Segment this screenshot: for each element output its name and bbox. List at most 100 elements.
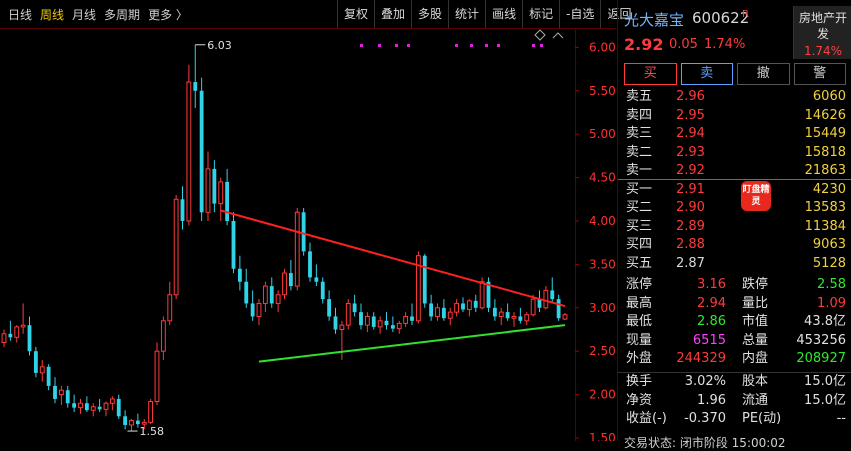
candle-body [429, 303, 434, 317]
candle-body [371, 316, 376, 327]
candle-body [212, 168, 217, 204]
candle-body [141, 421, 147, 425]
stat-value: 43.8亿 [804, 314, 846, 329]
adjust-button[interactable]: 复权 [337, 0, 374, 28]
trade-status: 交易状态: 闭市阶段 15:00:02 [624, 436, 786, 450]
candle-body [511, 315, 517, 319]
candle-body [262, 285, 268, 304]
price-alert-button[interactable]: 警 [793, 63, 846, 85]
sector-box[interactable]: 房地产开发 1.74% [793, 6, 851, 59]
y-tick-label: 2.00 [589, 388, 616, 402]
sector-name: 房地产开发 [798, 11, 847, 41]
ask-row[interactable]: 卖四 2.95 14626 [618, 107, 851, 126]
bid-row[interactable]: 买一 2.91 4230 [618, 181, 851, 200]
stat-row: 现量 6515 总量 453256 [618, 332, 851, 351]
overlay-button[interactable]: 叠加 [374, 0, 411, 28]
candle-body [301, 212, 306, 252]
annotation-label: 6.03 [207, 39, 232, 52]
candle-body [441, 307, 446, 319]
candle-body [148, 401, 154, 423]
ask-price: 2.95 [676, 107, 705, 123]
ask-row[interactable]: 卖一 2.92 21863 [618, 162, 851, 181]
candlestick-chart[interactable]: 6.00 5.50 5.00 4.50 4.00 3.50 3.00 2.50 2.00 1.50… [0, 0, 616, 441]
bid-volume: 4230 [812, 181, 846, 197]
draw-line-button[interactable]: 画线 [485, 0, 522, 28]
mark-button[interactable]: 标记 [522, 0, 559, 28]
ask-label: 卖一 [626, 163, 653, 178]
ask-volume: 6060 [812, 89, 846, 104]
stat-row: 外盘 244329 内盘 208927 [618, 350, 851, 369]
candle-body [193, 82, 198, 91]
bid-row[interactable]: 买四 2.88 9063 [618, 236, 851, 255]
candle-body [556, 299, 561, 319]
bid-price: 2.87 [676, 255, 705, 271]
ask-row[interactable]: 卖五 2.96 6060 [618, 88, 851, 107]
bid-volume: 11384 [804, 218, 846, 234]
multi-stock-button[interactable]: 多股 [411, 0, 448, 28]
candle-body [377, 320, 383, 328]
y-tick-label: 2.50 [589, 344, 616, 358]
remove-watchlist-button[interactable]: -自选 [559, 0, 600, 28]
price-change: 0.05 [669, 37, 698, 52]
annotation-label: 1.58 [140, 425, 165, 438]
period-weekly[interactable]: 周线 [40, 6, 64, 23]
period-more[interactable]: 更多 〉 [148, 6, 188, 23]
candle-body [231, 220, 236, 269]
stat-label: 净资 [626, 392, 653, 408]
candle-body [282, 272, 287, 296]
candle-body [390, 325, 395, 329]
stat-label: 总量 [742, 332, 769, 348]
period-daily[interactable]: 日线 [8, 6, 32, 23]
stat-label: 收益(-) [626, 411, 667, 426]
period-multi[interactable]: 多周期 [104, 6, 140, 23]
quote-panel: 光大嘉宝 600622 R 2.92 0.05 1.74% 房地产开发 1.74… [617, 0, 851, 450]
bid-row[interactable]: 买三 2.89 11384 [618, 218, 851, 237]
stat-value: 15.0亿 [804, 392, 846, 408]
buy-button[interactable]: 买 [624, 63, 677, 85]
quote-header: 光大嘉宝 600622 R 2.92 0.05 1.74% 房地产开发 1.74… [618, 0, 851, 60]
marker-dot [485, 44, 488, 47]
action-toolbar: 复权 叠加 多股 统计 画线 标记 -自选 返回 [337, 0, 637, 28]
stat-value: 2.58 [817, 277, 846, 292]
stat-row: 收益(-) -0.370 PE(动) -- [618, 410, 851, 429]
candle-body [359, 312, 363, 326]
ask-row[interactable]: 卖三 2.94 15449 [618, 125, 851, 144]
candle-body [275, 294, 281, 304]
stat-row: 最低 2.86 市值 43.8亿 [618, 313, 851, 332]
watch-sprite-badge[interactable]: 盯盘精灵 [741, 181, 771, 211]
stat-label: 内盘 [742, 351, 769, 366]
candle-body [256, 302, 262, 317]
stat-row: 最高 2.94 量比 1.09 [618, 295, 851, 314]
bid-row[interactable]: 买五 2.87 5128 [618, 255, 851, 274]
candle-body [160, 320, 166, 352]
candle-body [422, 255, 427, 304]
candle-body [14, 326, 20, 338]
bid-price: 2.90 [676, 200, 705, 215]
bid-volume: 5128 [812, 255, 846, 271]
cancel-order-button[interactable]: 撤 [737, 63, 790, 85]
candle-body [123, 416, 128, 425]
candle-body [90, 406, 96, 411]
period-monthly[interactable]: 月线 [72, 6, 96, 23]
stat-value: 453256 [796, 332, 846, 348]
candle-body [103, 402, 109, 410]
candle-body [129, 420, 134, 426]
ask-label: 卖四 [626, 107, 653, 123]
bid-price: 2.91 [676, 181, 705, 197]
stat-value: 2.86 [697, 314, 726, 329]
stat-value: -- [836, 411, 846, 426]
sell-button[interactable]: 卖 [680, 63, 733, 85]
candle-body [498, 311, 504, 317]
bid-row[interactable]: 买二 2.90 13583 [618, 199, 851, 218]
statistics-button[interactable]: 统计 [448, 0, 485, 28]
candle-body [186, 81, 192, 222]
candle-body [218, 181, 224, 205]
stat-label: 外盘 [626, 351, 653, 366]
quote-stats: 涨停 3.16 跌停 2.58 最高 2.94 量比 1.09 最低 2.86 市值 43.8亿 现量 6… [618, 276, 851, 369]
candle-body [479, 281, 485, 309]
y-tick-label: 4.00 [589, 214, 616, 228]
candle-body [327, 299, 332, 317]
ask-row[interactable]: 卖二 2.93 15818 [618, 144, 851, 163]
ask-volume: 15449 [804, 126, 846, 141]
bid-volume: 13583 [804, 200, 846, 215]
